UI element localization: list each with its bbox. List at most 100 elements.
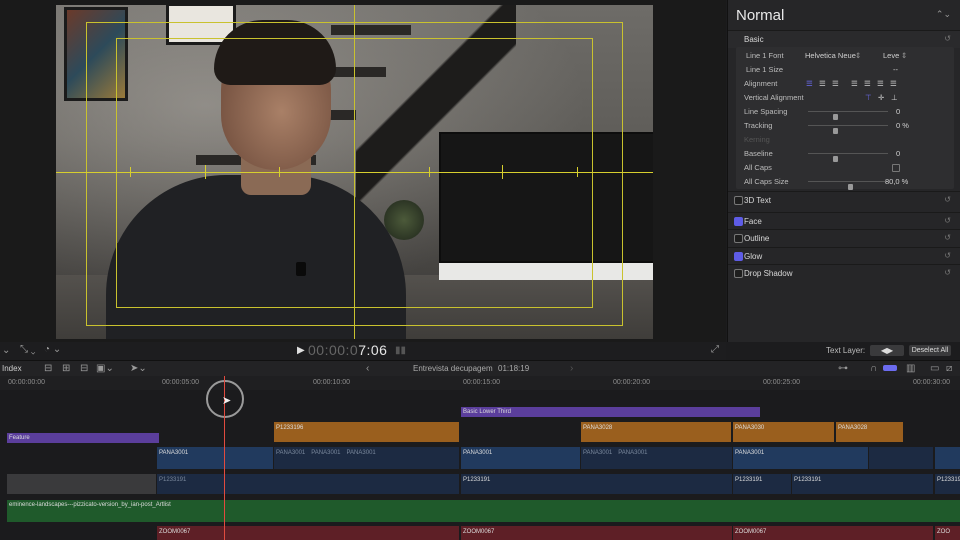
section-3d-text[interactable]: 3D Text ↺ — [728, 191, 960, 209]
select-tool-icon[interactable]: ➤⌄ — [130, 363, 147, 374]
baseline-slider[interactable] — [808, 153, 888, 162]
valign-middle-icon[interactable]: ✛ — [878, 93, 884, 102]
tracking-label: Tracking — [744, 121, 773, 130]
font-popup-stepper-icon[interactable]: ⇕ — [855, 51, 861, 60]
snapping-toggle-icon[interactable] — [883, 365, 897, 371]
reset-icon[interactable]: ↺ — [944, 216, 951, 225]
line-spacing-value[interactable]: 0 — [896, 107, 900, 116]
video-clip[interactable]: P1233196 — [274, 422, 459, 442]
justify-right-icon[interactable]: ☰ — [877, 79, 884, 88]
all-caps-size-slider[interactable] — [808, 181, 888, 190]
reset-icon[interactable]: ↺ — [944, 268, 951, 277]
text-baseline-guide[interactable] — [56, 172, 653, 173]
gap-clip[interactable] — [7, 474, 156, 494]
font-weight-popup[interactable]: Leve — [883, 51, 899, 60]
title-clip-basic-lower-third[interactable]: Basic Lower Third — [461, 407, 760, 417]
skimming-icon[interactable]: ⊶ — [838, 363, 848, 374]
section-glow[interactable]: Glow ↺ — [728, 247, 960, 265]
video-clip[interactable]: P1233191 — [461, 474, 732, 494]
primary-clip[interactable] — [869, 447, 933, 469]
video-clip[interactable]: P1233191 — [792, 474, 933, 494]
tab-stop-marker[interactable] — [502, 165, 503, 179]
outline-checkbox[interactable] — [734, 234, 743, 243]
tracking-slider[interactable] — [808, 125, 888, 134]
style-preset-title[interactable]: Normal — [736, 7, 784, 24]
music-clip[interactable]: eminence-landscapes---pizzicato-version_… — [7, 500, 960, 522]
effects-browser-icon[interactable]: ▭ — [930, 363, 939, 374]
section-outline[interactable]: Outline ↺ — [728, 229, 960, 247]
video-clip[interactable]: P1233191 — [157, 474, 459, 494]
back-arrow-icon[interactable]: ‹ — [366, 363, 369, 374]
video-clip[interactable]: PANA3030 — [733, 422, 834, 442]
align-left-icon[interactable]: ☰ — [806, 79, 813, 88]
tab-stop-marker[interactable] — [429, 167, 430, 177]
video-clip[interactable]: PANA3028 — [581, 422, 731, 442]
face-checkbox[interactable] — [734, 217, 743, 226]
all-caps-size-value[interactable]: 80,0 % — [885, 177, 908, 186]
glow-checkbox[interactable] — [734, 252, 743, 261]
transitions-browser-icon[interactable]: ⧄ — [946, 363, 952, 374]
tab-stop-marker[interactable] — [130, 167, 131, 177]
primary-clip[interactable] — [935, 447, 960, 469]
tracking-value[interactable]: 0 % — [896, 121, 909, 130]
font-family-popup[interactable]: Helvetica Neue — [805, 51, 856, 60]
baseline-value[interactable]: 0 — [896, 149, 900, 158]
section-drop-shadow[interactable]: Drop Shadow ↺ — [728, 264, 960, 282]
weight-popup-stepper-icon[interactable]: ⇕ — [901, 51, 907, 60]
video-frame[interactable] — [56, 5, 653, 339]
text-layer-prev-next[interactable]: ◀▶ — [870, 345, 904, 356]
connect-clip-icon[interactable]: ⊟ — [44, 363, 52, 374]
line-spacing-slider[interactable] — [808, 111, 888, 120]
valign-top-icon[interactable]: ⊤ — [865, 93, 872, 102]
basic-section-header[interactable]: Basic ↺ — [728, 30, 960, 48]
primary-clip[interactable]: PANA3001 PANA3001 — [581, 447, 732, 469]
primary-clip[interactable]: PANA3001 — [157, 447, 273, 469]
audio-clip[interactable]: ZOOM0067 — [461, 526, 732, 540]
video-clip[interactable]: PANA3028 — [836, 422, 903, 442]
drop-shadow-checkbox[interactable] — [734, 269, 743, 278]
chevron-down-icon[interactable]: ⌄ — [2, 345, 10, 356]
valign-bottom-icon[interactable]: ⊥ — [891, 93, 898, 102]
tab-stop-marker[interactable] — [577, 167, 578, 177]
transform-tool-icon[interactable]: ⤡ ⌄ — [20, 344, 36, 355]
align-right-icon[interactable]: ☰ — [832, 79, 839, 88]
overwrite-clip-icon[interactable]: ▣⌄ — [96, 363, 114, 374]
insert-clip-icon[interactable]: ⊞ — [62, 363, 70, 374]
reset-icon[interactable]: ↺ — [944, 233, 951, 242]
section-face[interactable]: Face ↺ — [728, 212, 960, 230]
line1-size-value[interactable]: -- — [893, 65, 898, 74]
clip-appearance-icon[interactable]: ▥ — [906, 363, 915, 374]
reset-icon[interactable]: ↺ — [944, 251, 951, 260]
video-clip[interactable]: P1233191 — [733, 474, 791, 494]
primary-clip[interactable]: PANA3001 PANA3001 PANA3001 — [274, 447, 459, 469]
playhead-timecode[interactable]: 00:00:07:06 — [298, 342, 387, 358]
reset-icon[interactable]: ↺ — [944, 195, 951, 204]
audio-clip[interactable]: ZOOM0067 — [733, 526, 933, 540]
timeline-tracks[interactable]: Basic Lower Third Feature P1233196 PANA3… — [0, 390, 960, 540]
justify-center-icon[interactable]: ☰ — [864, 79, 871, 88]
audio-clip[interactable]: ZOOM0067 — [157, 526, 459, 540]
tab-stop-marker[interactable] — [279, 167, 280, 177]
reset-icon[interactable]: ↺ — [944, 34, 951, 43]
slider-knob[interactable] — [848, 184, 853, 190]
forward-arrow-icon[interactable]: › — [570, 363, 573, 374]
append-clip-icon[interactable]: ⊟ — [80, 363, 88, 374]
primary-clip[interactable]: PANA3001 — [733, 447, 868, 469]
3d-text-checkbox[interactable] — [734, 196, 743, 205]
preset-stepper-icon[interactable]: ⌃⌄ — [936, 9, 951, 20]
tab-stop-marker[interactable] — [205, 165, 206, 179]
audio-clip[interactable]: ZOO — [935, 526, 960, 540]
video-clip[interactable]: P1233191 — [935, 474, 960, 494]
fullscreen-icon[interactable]: ⤢ — [711, 344, 719, 355]
index-button[interactable]: Index — [2, 364, 22, 373]
primary-clip[interactable]: PANA3001 — [461, 447, 580, 469]
justify-left-icon[interactable]: ☰ — [851, 79, 858, 88]
deselect-all-button[interactable]: Deselect All — [909, 345, 951, 356]
justify-full-icon[interactable]: ☰ — [890, 79, 897, 88]
align-center-icon[interactable]: ☰ — [819, 79, 826, 88]
speed-meter-icon[interactable]: ◔ ⌄ — [44, 344, 61, 355]
headphones-icon[interactable]: ∩ — [870, 363, 877, 374]
all-caps-checkbox[interactable] — [892, 164, 900, 172]
timeline-ruler[interactable]: 00:00:00:00 00:00:05:00 00:00:10:00 00:0… — [0, 376, 960, 390]
title-clip-feature[interactable]: Feature — [7, 433, 159, 443]
